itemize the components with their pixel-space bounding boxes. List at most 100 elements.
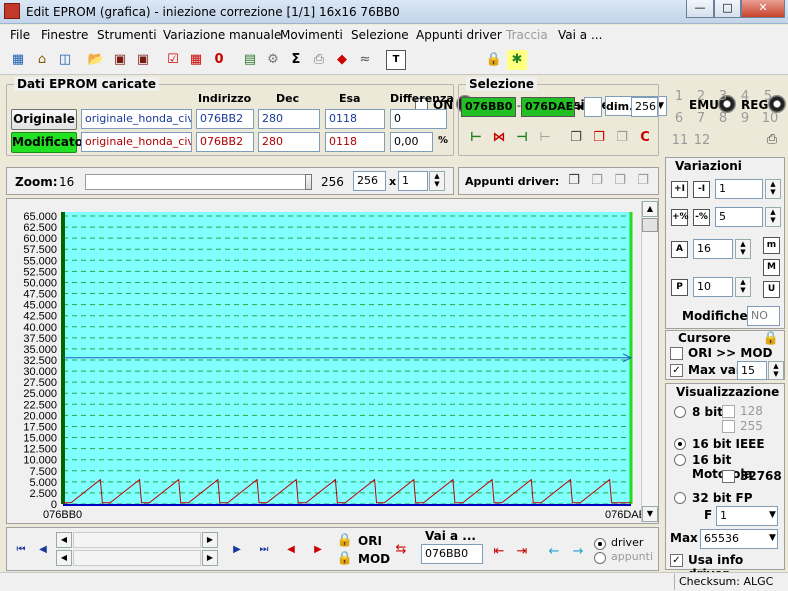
dim-field[interactable]: 256 [631, 97, 658, 117]
swap-icon[interactable]: ⇆ [391, 540, 411, 560]
paste-selection-icon[interactable]: ❐ [589, 128, 609, 148]
prev-icon[interactable]: ◀ [33, 540, 53, 560]
clipboard-icon[interactable]: ⎙ [762, 130, 782, 150]
text-mode-icon[interactable]: T [386, 50, 406, 70]
a-mode-icon[interactable]: A [671, 241, 688, 258]
sub-percent-icon[interactable]: -% [693, 209, 710, 226]
scroll-down-icon[interactable]: ▼ [642, 506, 658, 522]
8bit-radio[interactable] [674, 406, 686, 418]
first-icon[interactable]: ⏮ [11, 540, 31, 560]
max-dropdown-icon[interactable]: ▼ [769, 533, 776, 543]
print-icon[interactable]: ⎙ [309, 50, 329, 70]
u-mode-icon[interactable]: U [763, 281, 780, 298]
variazione-2-spinner[interactable]: ▲ ▼ [765, 207, 781, 227]
memory-key-12[interactable]: 12 [692, 133, 712, 148]
ori-label[interactable]: ORI [358, 534, 382, 548]
goto-end-icon[interactable]: ⇥ [512, 542, 532, 562]
graph-icon[interactable]: ≈ [355, 50, 375, 70]
h-scrollbar-bottom[interactable] [73, 550, 201, 566]
calculator-icon[interactable]: ▤ [240, 50, 260, 70]
close-button[interactable]: ✕ [741, 0, 785, 18]
variazione-1-spinner[interactable]: ▲ ▼ [765, 179, 781, 199]
scroll-up-icon[interactable]: ▲ [642, 201, 658, 217]
usa-info-checkbox[interactable]: ✓ [670, 554, 683, 567]
modificato-indirizzo-field[interactable]: 076BB2 [196, 132, 254, 152]
appunti-move-icon[interactable]: ❐ [610, 171, 630, 191]
appunti-radio[interactable] [594, 552, 606, 564]
zoom-slider-handle[interactable] [305, 174, 312, 190]
new-icon[interactable]: ▦ [8, 50, 28, 70]
prev-diff-icon[interactable]: ◀ [281, 540, 301, 560]
vai-a-field[interactable]: 076BB0 [421, 544, 483, 564]
max-var-spinner[interactable]: ▲ ▼ [768, 361, 784, 380]
h-scroll-left-icon[interactable]: ◀ [56, 532, 72, 548]
menu-strumenti[interactable]: Strumenti [97, 28, 157, 42]
memory-key-1[interactable]: 1 [670, 89, 688, 104]
originale-file-field[interactable]: originale_honda_civic. [81, 109, 192, 129]
save-icon[interactable]: ▣ [110, 50, 130, 70]
tools-icon[interactable]: ⚙ [263, 50, 283, 70]
32768-checkbox[interactable] [722, 470, 735, 483]
menu-variazione-manuale[interactable]: Variazione manuale [163, 28, 281, 42]
h-scroll2-left-icon[interactable]: ◀ [56, 550, 72, 566]
max-var-checkbox[interactable]: ✓ [670, 364, 683, 377]
variazione-2-field[interactable]: 5 [715, 207, 763, 227]
memory-key-3[interactable]: 3 [714, 89, 732, 104]
run-icon[interactable]: ✱ [507, 50, 527, 70]
modificato-file-field[interactable]: originale_honda_civic. [81, 132, 192, 152]
memory-key-4[interactable]: 4 [736, 89, 754, 104]
modificato-dec-field[interactable]: 280 [258, 132, 320, 152]
move-left-icon[interactable]: ← [544, 542, 564, 562]
255-checkbox[interactable] [722, 420, 735, 433]
last-icon[interactable]: ⏭ [254, 540, 274, 560]
appunti-copy-icon[interactable]: ❐ [564, 171, 584, 191]
menu-appunti-driver[interactable]: Appunti driver [416, 28, 502, 42]
maximize-button[interactable]: □ [714, 0, 741, 18]
menu-finestre[interactable]: Finestre [41, 28, 88, 42]
zoom-value-field[interactable]: 256 [353, 171, 386, 191]
open-folder-icon[interactable]: 📂 [86, 50, 106, 70]
scroll-thumb[interactable] [642, 218, 658, 232]
ori-lock-icon[interactable]: 🔒 [335, 531, 355, 551]
max-var-field[interactable]: 15 [737, 361, 767, 380]
goto-start-icon[interactable]: ⇤ [489, 542, 509, 562]
selezione-from-field[interactable]: 076BB0 [461, 97, 516, 117]
appunti-paste-icon[interactable]: ❐ [587, 171, 607, 191]
select-end-icon[interactable]: ⊣ [512, 128, 532, 148]
move-selection-icon[interactable]: ❐ [612, 128, 632, 148]
home-icon[interactable]: ⌂ [32, 50, 52, 70]
max-select[interactable]: 65536 [700, 529, 778, 549]
ori-mod-checkbox[interactable] [670, 347, 683, 360]
selezione-to-field[interactable]: 076DAE [521, 97, 575, 117]
motorola-radio[interactable] [674, 454, 686, 466]
128-checkbox[interactable] [722, 405, 735, 418]
zoom-spinner[interactable]: ▲ ▼ [429, 171, 445, 191]
lock-icon[interactable]: 🔒 [484, 50, 504, 70]
next-diff-icon[interactable]: ▶ [308, 540, 328, 560]
originale-esa-field[interactable]: 0118 [325, 109, 385, 129]
variazione-3-field[interactable]: 16 [693, 239, 733, 259]
driver-radio[interactable] [594, 538, 606, 550]
sum-icon[interactable]: Σ [286, 50, 306, 70]
ieee-radio[interactable] [674, 438, 686, 450]
appunti-clear-icon[interactable]: ❐ [633, 171, 653, 191]
selezione-mult-field[interactable] [584, 97, 602, 117]
copy-selection-icon[interactable]: ❐ [566, 128, 586, 148]
memory-key-5[interactable]: 5 [759, 89, 777, 104]
zoom-mult-field[interactable]: 1 [398, 171, 428, 191]
modificato-esa-field[interactable]: 0118 [325, 132, 385, 152]
eprom-graph[interactable]: 02.5005.0007.50010.00012.50015.00017.500… [7, 199, 641, 523]
cancel-selection-icon[interactable]: C [635, 128, 655, 148]
originale-button[interactable]: Originale [11, 109, 77, 130]
mod-lock-icon[interactable]: 🔒 [335, 549, 355, 569]
h-scrollbar-top[interactable] [73, 532, 201, 548]
sub-value-icon[interactable]: -I [693, 181, 710, 198]
menu-vai-a[interactable]: Vai a ... [558, 28, 602, 42]
minimize-button[interactable]: — [686, 0, 714, 18]
check-icon[interactable]: ☑ [163, 50, 183, 70]
fp-radio[interactable] [674, 492, 686, 504]
menu-traccia[interactable]: Traccia [506, 28, 548, 42]
select-mid-icon[interactable]: ⋈ [489, 128, 509, 148]
chart-vertical-scrollbar[interactable]: ▲ ▼ [641, 201, 658, 522]
memory-key-6[interactable]: 6 [670, 111, 688, 126]
